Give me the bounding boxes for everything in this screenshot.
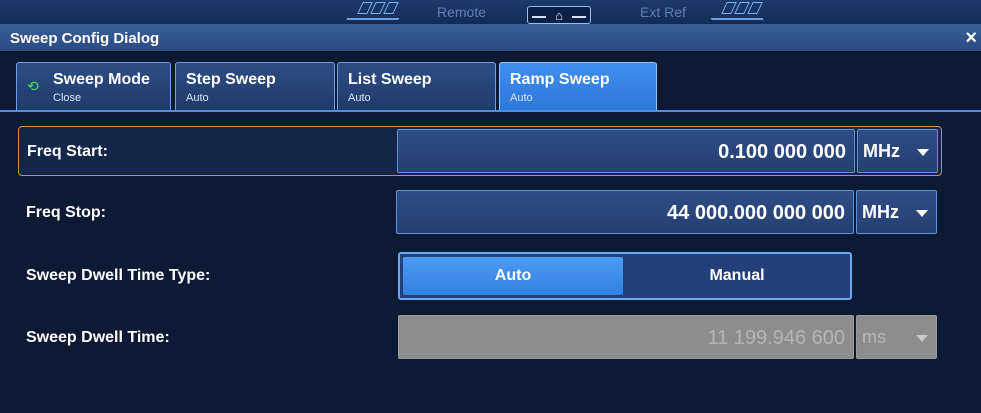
freq-stop-row[interactable]: Freq Stop: 44 000.000 000 000 MHz [18,188,942,238]
dwell-time-row: Sweep Dwell Time: 11 199.946 600 ms [18,313,942,363]
dwell-time-unit-select: ms [856,315,937,359]
chevron-down-icon [917,149,929,156]
dwell-type-label: Sweep Dwell Time Type: [26,267,211,284]
tab-step-sweep[interactable]: Step Sweep Auto [175,62,335,112]
tab-sublabel: Auto [186,92,209,104]
freq-start-label: Freq Start: [27,143,108,160]
home-button[interactable]: ⌂ [527,6,591,24]
tab-label: List Sweep [348,71,432,88]
chevron-down-icon [916,210,928,217]
tab-label: Step Sweep [186,71,276,88]
dwell-type-auto-option[interactable]: Auto [403,257,623,295]
freq-stop-value: 44 000.000 000 000 [667,202,845,224]
freq-start-row[interactable]: Freq Start: 0.100 000 000 MHz [18,126,942,176]
remote-status: Remote [437,4,487,20]
dialog-title-bar: Sweep Config Dialog × [0,24,981,52]
freq-start-unit-select[interactable]: MHz [857,129,938,173]
freq-stop-input[interactable]: 44 000.000 000 000 [396,190,854,234]
sweep-cycle-icon: ⟲ [27,78,39,94]
dwell-time-unit: ms [862,327,886,347]
decorative-bars-right [721,2,763,14]
dialog-title: Sweep Config Dialog [10,30,160,47]
dwell-time-input: 11 199.946 600 [398,315,854,359]
tab-label: Sweep Mode [53,71,150,88]
tab-list-sweep[interactable]: List Sweep Auto [337,62,496,112]
dwell-time-label: Sweep Dwell Time: [26,329,170,346]
freq-start-value: 0.100 000 000 [718,141,846,163]
ext-ref-status: Ext Ref [640,4,686,20]
sweep-tabs: ⟲ Sweep Mode Close Step Sweep Auto List … [0,58,981,112]
tab-sublabel: Auto [510,92,533,104]
dwell-type-manual-option[interactable]: Manual [626,257,848,295]
dwell-time-value: 11 199.946 600 [707,327,845,349]
tab-label: Ramp Sweep [510,71,610,88]
freq-start-input[interactable]: 0.100 000 000 [397,129,855,173]
freq-stop-unit-select[interactable]: MHz [856,190,937,234]
dialog-content: Freq Start: 0.100 000 000 MHz Freq Stop:… [0,112,981,413]
dwell-type-row: Sweep Dwell Time Type: Auto Manual [18,251,942,301]
chevron-down-icon [916,335,928,342]
dwell-type-toggle[interactable]: Auto Manual [398,252,852,300]
close-icon[interactable]: × [965,27,977,50]
decorative-line-left [346,0,410,20]
tab-sweep-mode[interactable]: ⟲ Sweep Mode Close [16,62,171,112]
tab-sublabel: Auto [348,92,371,104]
freq-stop-label: Freq Stop: [26,204,106,221]
tab-sublabel: Close [53,92,82,104]
freq-start-unit: MHz [863,141,900,161]
home-icon: ⌂ [555,7,563,23]
tab-ramp-sweep[interactable]: Ramp Sweep Auto [499,62,657,112]
freq-stop-unit: MHz [862,202,899,222]
top-status-bar: Remote ⌂ Ext Ref [0,0,981,24]
